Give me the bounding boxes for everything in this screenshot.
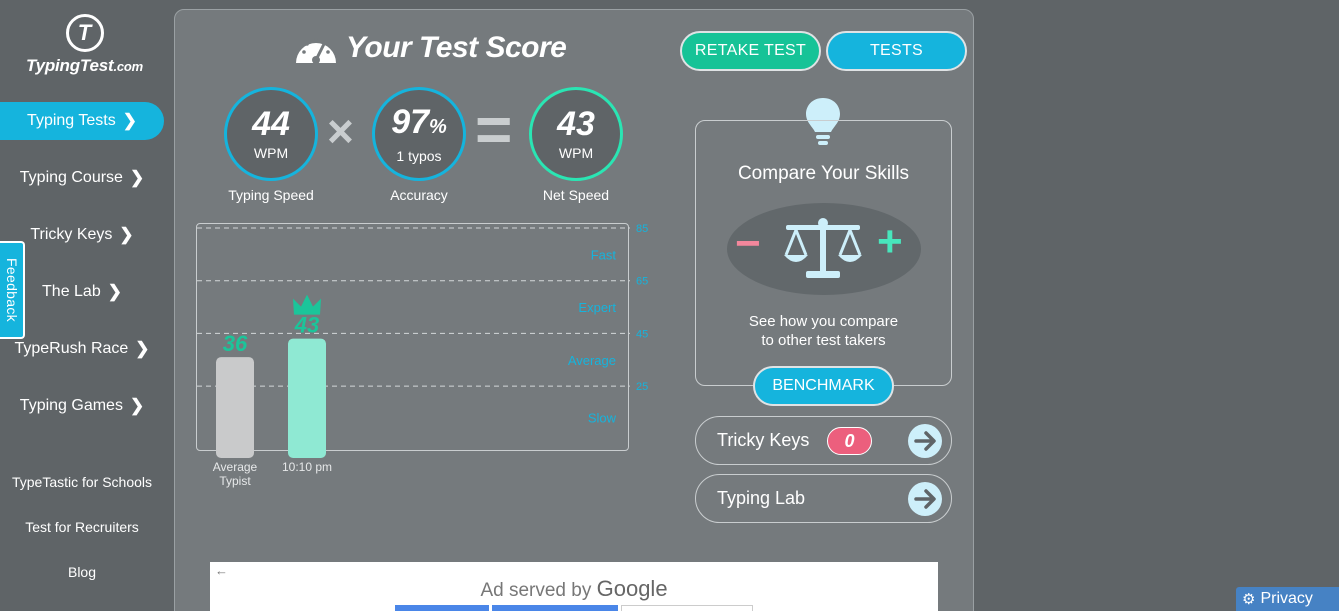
score-card: Your Test Score RETAKE TEST TESTS 44 WPM… [174,9,974,611]
speedometer-icon [296,37,336,64]
ad-banner[interactable]: ← Ad served by Google [210,562,938,611]
chevron-right-icon: ❯ [119,225,134,244]
nav-typing-course[interactable]: Typing Course ❯ [0,159,164,197]
nav-typing-tests[interactable]: Typing Tests ❯ [0,102,164,140]
chart-svg: 25 45 65 85 Fast Expert Average Slow 36 43 [197,223,648,458]
band-label: Expert [578,300,616,315]
benchmark-button[interactable]: BENCHMARK [753,366,894,406]
ad-served-by: Ad served by Google [480,576,668,601]
net-speed-ring: 43 WPM [529,87,623,181]
ad-option-bar[interactable] [621,605,753,611]
link-blog[interactable]: Blog [0,564,164,580]
compare-panel: Compare Your Skills − + See how you comp… [695,120,952,386]
link-typetastic[interactable]: TypeTastic for Schools [0,474,164,490]
tests-button[interactable]: TESTS [826,31,967,71]
band-label: Slow [588,411,617,426]
y-tick-label: 65 [636,276,648,288]
retake-test-button[interactable]: RETAKE TEST [680,31,821,71]
chevron-right-icon: ❯ [129,396,145,415]
tricky-keys-link[interactable]: Tricky Keys 0 [695,416,952,465]
ad-option-bar[interactable] [395,605,489,611]
typing-speed-ring: 44 WPM [224,87,318,181]
chevron-right-icon: ❯ [107,282,122,301]
chevron-right-icon: ❯ [122,111,137,130]
scale-icon [784,218,862,278]
ad-option-bar[interactable] [492,605,618,611]
chevron-right-icon: ❯ [135,339,150,358]
x-label-time: 10:10 pm [281,460,333,474]
privacy-button[interactable]: ⚙ Privacy [1236,587,1339,611]
y-tick-label: 45 [636,328,648,340]
crown-icon [293,294,321,315]
arrow-right-icon [908,424,942,458]
multiply-icon: × [327,105,354,157]
chevron-right-icon: ❯ [129,168,145,187]
nav-typing-games[interactable]: Typing Games ❯ [0,387,164,425]
accuracy-ring: 97% 1 typos [372,87,466,181]
logo-text: TypingTest.com [26,56,143,75]
band-label: Average [568,353,616,368]
gear-icon: ⚙ [1242,591,1256,608]
compare-description: See how you compare to other test takers [748,313,899,349]
y-tick-label: 25 [636,381,648,393]
y-tick-label: 85 [636,223,648,235]
feedback-tab[interactable]: Feedback [0,241,25,339]
wpm-chart: 25 45 65 85 Fast Expert Average Slow 36 43 [196,223,648,458]
bar-value-label: 36 [223,331,248,356]
scale-oval: − + [727,203,921,295]
accuracy-stat: 97% 1 typos Accuracy [372,87,466,203]
equals-icon: = [475,93,513,165]
logo-mark-icon: T [65,14,104,52]
bar-value-label: 43 [294,313,319,338]
minus-icon: − [735,219,761,268]
logo[interactable]: T TypingTest.com [12,14,157,84]
typing-lab-link[interactable]: Typing Lab [695,474,952,523]
bar [216,357,254,458]
link-recruiters[interactable]: Test for Recruiters [0,519,164,535]
arrow-right-icon [908,482,942,516]
plus-icon: + [877,217,903,266]
band-label: Fast [591,247,617,262]
typing-speed-stat: 44 WPM Typing Speed [224,87,318,203]
x-label-average: Average Typist [212,460,258,488]
page-title: Your Test Score [293,28,567,68]
net-speed-stat: 43 WPM Net Speed [529,87,623,203]
bar [288,338,326,458]
tricky-keys-count-badge: 0 [827,427,872,455]
